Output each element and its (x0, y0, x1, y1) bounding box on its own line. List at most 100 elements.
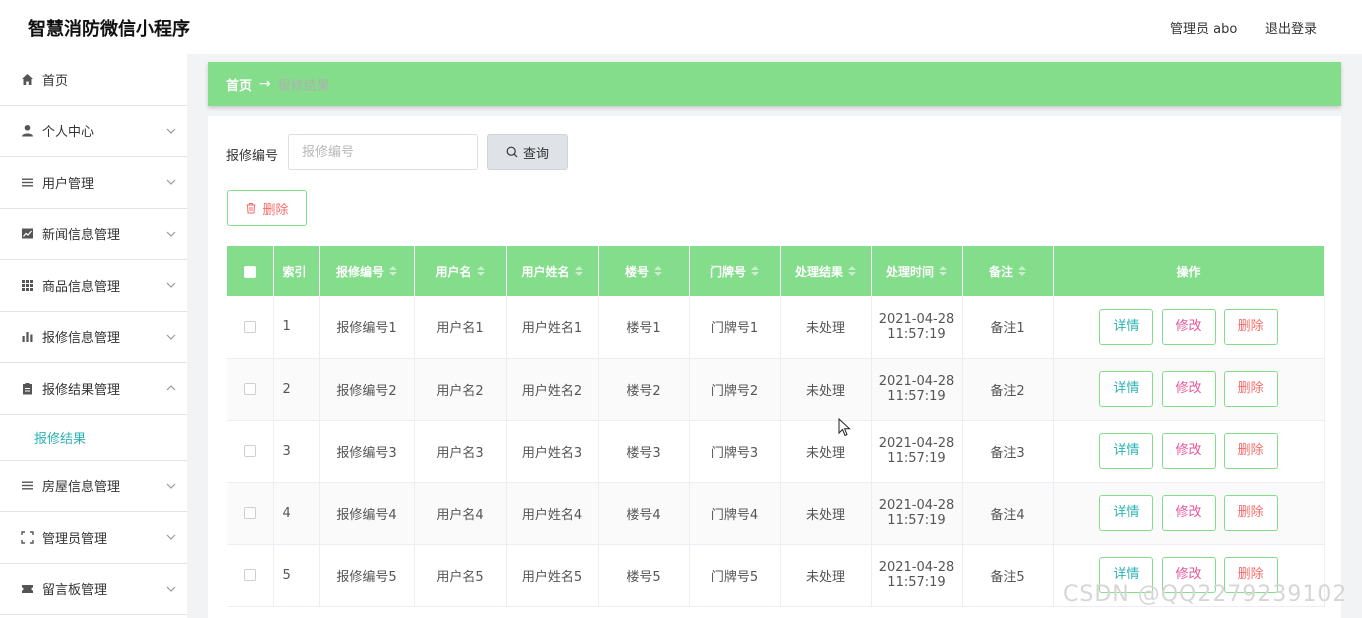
row-select-cell[interactable] (227, 296, 274, 359)
cell-username: 用户名5 (414, 544, 507, 607)
column-header[interactable]: 备注 (962, 246, 1054, 296)
sort-icon[interactable] (751, 265, 759, 279)
row-checkbox[interactable] (243, 320, 256, 333)
edit-button[interactable]: 修改 (1161, 495, 1216, 531)
sidebar-item-label: 留言板管理 (42, 583, 108, 599)
cell-door: 门牌号2 (689, 358, 781, 421)
breadcrumb-home[interactable]: 首页 (226, 75, 252, 94)
cell-name: 用户姓名1 (506, 296, 599, 359)
select-all-cell[interactable] (227, 246, 274, 296)
cell-username: 用户名2 (414, 358, 507, 421)
column-header[interactable]: 用户名 (414, 246, 507, 296)
delete-button[interactable]: 删除 (1223, 433, 1278, 469)
cell-process-time: 2021-04-28 11:57:19 (871, 482, 963, 545)
cell-name: 用户姓名4 (506, 482, 599, 545)
cell-time: 11:57:19 (887, 389, 946, 404)
delete-button[interactable]: 删除 (1223, 308, 1278, 345)
sidebar-item-admins[interactable]: 管理员管理 (0, 512, 187, 564)
column-header[interactable]: 用户姓名 (506, 246, 599, 296)
cell-process-time: 2021-04-28 11:57:19 (871, 358, 963, 421)
frame-icon (20, 530, 34, 544)
detail-button[interactable]: 详情 (1099, 371, 1154, 407)
row-checkbox[interactable] (243, 569, 256, 581)
list-icon (20, 175, 34, 189)
cell-result: 未处理 (780, 420, 872, 483)
sort-icon[interactable] (654, 265, 662, 279)
sort-icon[interactable] (1018, 265, 1026, 279)
cell-result: 未处理 (780, 544, 872, 607)
batch-delete-button[interactable]: 删除 (227, 190, 307, 226)
detail-button[interactable]: 详情 (1099, 433, 1154, 469)
row-checkbox[interactable] (243, 445, 256, 457)
logout-link[interactable]: 退出登录 (1265, 18, 1317, 37)
cell-actions: 详情 修改 删除 (1053, 358, 1325, 421)
row-checkbox[interactable] (243, 383, 256, 395)
chevron-down-icon (165, 125, 177, 137)
chevron-down-icon (165, 176, 177, 188)
delete-button[interactable]: 删除 (1223, 371, 1278, 407)
edit-button[interactable]: 修改 (1161, 371, 1216, 407)
cell-result: 未处理 (780, 296, 872, 359)
chevron-down-icon (165, 331, 177, 343)
breadcrumb-separator: → (259, 76, 271, 92)
cell-repair-no: 报修编号5 (319, 544, 415, 607)
column-header[interactable]: 处理结果 (780, 246, 872, 296)
sidebar-item-repair-info[interactable]: 报修信息管理 (0, 312, 187, 363)
sort-icon[interactable] (939, 265, 947, 279)
cell-date: 2021-04-28 (878, 498, 955, 513)
chevron-down-icon (165, 480, 177, 492)
search-button[interactable]: 查询 (487, 134, 568, 170)
table-row: 4 报修编号4 用户名4 用户姓名4 楼号4 门牌号4 未处理 2021-04-… (227, 482, 1325, 545)
sidebar-item-label: 管理员管理 (42, 531, 108, 547)
cell-result: 未处理 (780, 358, 872, 421)
cell-note: 备注2 (962, 358, 1054, 421)
cell-username: 用户名1 (414, 296, 507, 359)
cell-building: 楼号4 (598, 482, 690, 545)
column-header[interactable]: 处理时间 (871, 246, 963, 296)
sidebar-item-repair-result[interactable]: 报修结果管理 (0, 363, 187, 415)
detail-button[interactable]: 详情 (1099, 495, 1154, 531)
cell-date: 2021-04-28 (878, 436, 955, 451)
delete-button[interactable]: 删除 (1223, 495, 1278, 531)
sidebar-item-messages[interactable]: 留言板管理 (0, 564, 187, 615)
cell-index: 4 (273, 482, 320, 545)
sort-icon[interactable] (848, 265, 856, 279)
sidebar-item-housing[interactable]: 房屋信息管理 (0, 461, 187, 512)
column-header[interactable]: 门牌号 (689, 246, 781, 296)
row-select-cell[interactable] (227, 544, 274, 607)
sidebar-item-home[interactable]: 首页 (0, 54, 187, 106)
search-input[interactable] (288, 134, 478, 170)
row-select-cell[interactable] (227, 420, 274, 483)
edit-button[interactable]: 修改 (1161, 433, 1216, 469)
sidebar-subitem-repair-result[interactable]: 报修结果 (0, 415, 187, 461)
sort-icon[interactable] (389, 265, 397, 279)
row-select-cell[interactable] (227, 358, 274, 421)
cell-process-time: 2021-04-28 11:57:19 (871, 544, 963, 607)
table-row: 1 报修编号1 用户名1 用户姓名1 楼号1 门牌号1 未处理 2021-04-… (227, 296, 1325, 359)
row-select-cell[interactable] (227, 482, 274, 545)
select-all-checkbox[interactable] (243, 265, 256, 278)
sidebar-item-profile[interactable]: 个人中心 (0, 106, 187, 157)
sidebar-item-label: 商品信息管理 (42, 279, 121, 295)
sort-icon[interactable] (574, 265, 583, 279)
cell-note: 备注5 (962, 544, 1054, 607)
cell-door: 门牌号4 (689, 482, 781, 545)
sidebar-item-products[interactable]: 商品信息管理 (0, 260, 187, 312)
sidebar-item-news[interactable]: 新闻信息管理 (0, 209, 187, 260)
cell-time: 11:57:19 (887, 575, 946, 590)
sort-icon[interactable] (476, 265, 485, 279)
column-header[interactable]: 楼号 (598, 246, 690, 296)
cell-username: 用户名4 (414, 482, 507, 545)
cell-actions: 详情 修改 删除 (1053, 482, 1325, 545)
detail-button[interactable]: 详情 (1099, 308, 1154, 345)
sidebar-item-users[interactable]: 用户管理 (0, 157, 187, 209)
cell-door: 门牌号5 (689, 544, 781, 607)
search-label: 报修编号 (226, 149, 279, 164)
row-checkbox[interactable] (243, 507, 256, 519)
edit-button[interactable]: 修改 (1161, 308, 1216, 345)
chevron-down-icon (165, 583, 177, 595)
column-header[interactable]: 报修编号 (319, 246, 415, 296)
clipboard-icon (20, 381, 34, 395)
home-icon (20, 72, 34, 86)
cell-building: 楼号1 (598, 296, 690, 359)
